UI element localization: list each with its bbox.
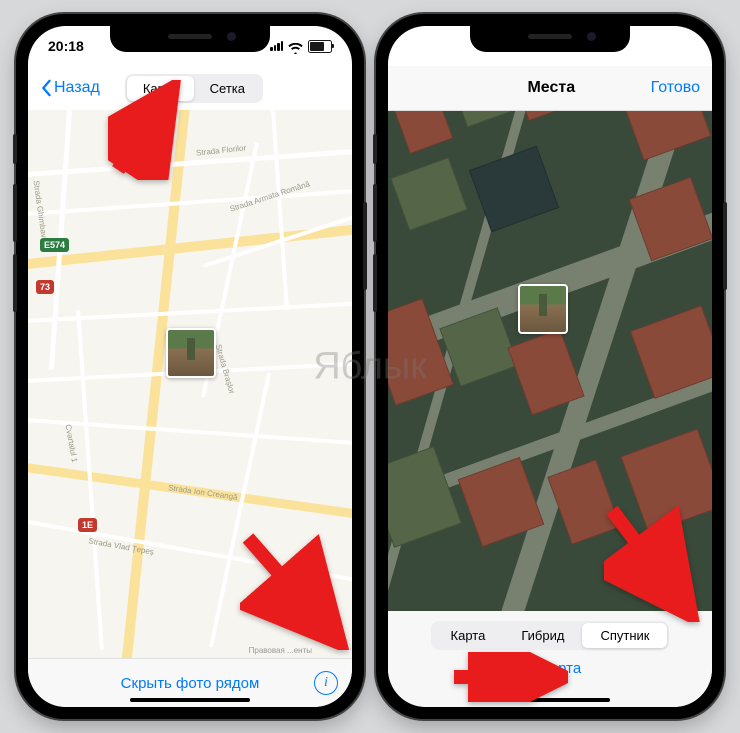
map-view[interactable]: Strada Florilor Strada Armata Română Str…: [28, 110, 352, 659]
photo-thumbnail[interactable]: [518, 284, 568, 334]
volume-down[interactable]: [373, 254, 377, 312]
seg-grid[interactable]: Сетка: [194, 76, 261, 101]
map-type-segment[interactable]: Карта Гибрид Спутник: [431, 621, 670, 650]
phone-left: 20:18 Назад Карта Сетка: [16, 14, 364, 719]
battery-icon: [308, 40, 332, 53]
info-button[interactable]: i: [314, 671, 338, 695]
attribution: Правовая ...енты: [249, 646, 312, 655]
nav-bar: Места Готово: [388, 66, 712, 111]
phone-right: 20:19 Места Готово: [376, 14, 724, 719]
battery-icon: [668, 40, 692, 53]
road-label: Strada Ion Creangă: [168, 483, 238, 502]
page-title: Места: [527, 79, 575, 97]
nav-bar: Назад Карта Сетка: [28, 66, 352, 110]
done-button[interactable]: Готово: [651, 79, 700, 97]
route-shield: 1E: [78, 518, 97, 532]
volume-up[interactable]: [373, 184, 377, 242]
notch: [110, 26, 270, 52]
screen-right: 20:19 Места Готово: [388, 26, 712, 707]
wifi-icon: [648, 41, 663, 52]
seg-hybrid[interactable]: Гибрид: [503, 623, 582, 648]
route-shield: 73: [36, 280, 54, 294]
road-label: Strada Florilor: [196, 143, 247, 157]
signal-icon: [630, 41, 643, 51]
photo-thumbnail[interactable]: [166, 328, 216, 378]
volume-down[interactable]: [13, 254, 17, 312]
road-label: Cvartalul 1: [64, 424, 80, 463]
mute-switch[interactable]: [373, 134, 377, 164]
seg-map[interactable]: Карта: [127, 76, 194, 101]
wifi-icon: [288, 41, 303, 52]
home-indicator[interactable]: [130, 698, 250, 702]
map-type-sheet: Карта Гибрид Спутник 3D-карта: [388, 611, 712, 707]
screen-left: 20:18 Назад Карта Сетка: [28, 26, 352, 707]
chevron-left-icon: [40, 79, 52, 97]
home-indicator[interactable]: [490, 698, 610, 702]
satellite-map-view[interactable]: [388, 66, 712, 611]
map-3d-link[interactable]: 3D-карта: [519, 660, 581, 677]
status-time: 20:19: [408, 38, 444, 54]
back-label: Назад: [54, 79, 100, 97]
seg-satellite[interactable]: Спутник: [582, 623, 667, 648]
signal-icon: [270, 41, 283, 51]
route-shield: E574: [40, 238, 69, 252]
hide-photos-link[interactable]: Скрыть фото рядом: [121, 675, 260, 692]
view-segment[interactable]: Карта Сетка: [125, 74, 263, 103]
power-button[interactable]: [723, 202, 727, 290]
power-button[interactable]: [363, 202, 367, 290]
notch: [470, 26, 630, 52]
volume-up[interactable]: [13, 184, 17, 242]
status-time: 20:18: [48, 38, 84, 54]
back-button[interactable]: Назад: [40, 79, 100, 97]
seg-map-type[interactable]: Карта: [433, 623, 504, 648]
mute-switch[interactable]: [13, 134, 17, 164]
